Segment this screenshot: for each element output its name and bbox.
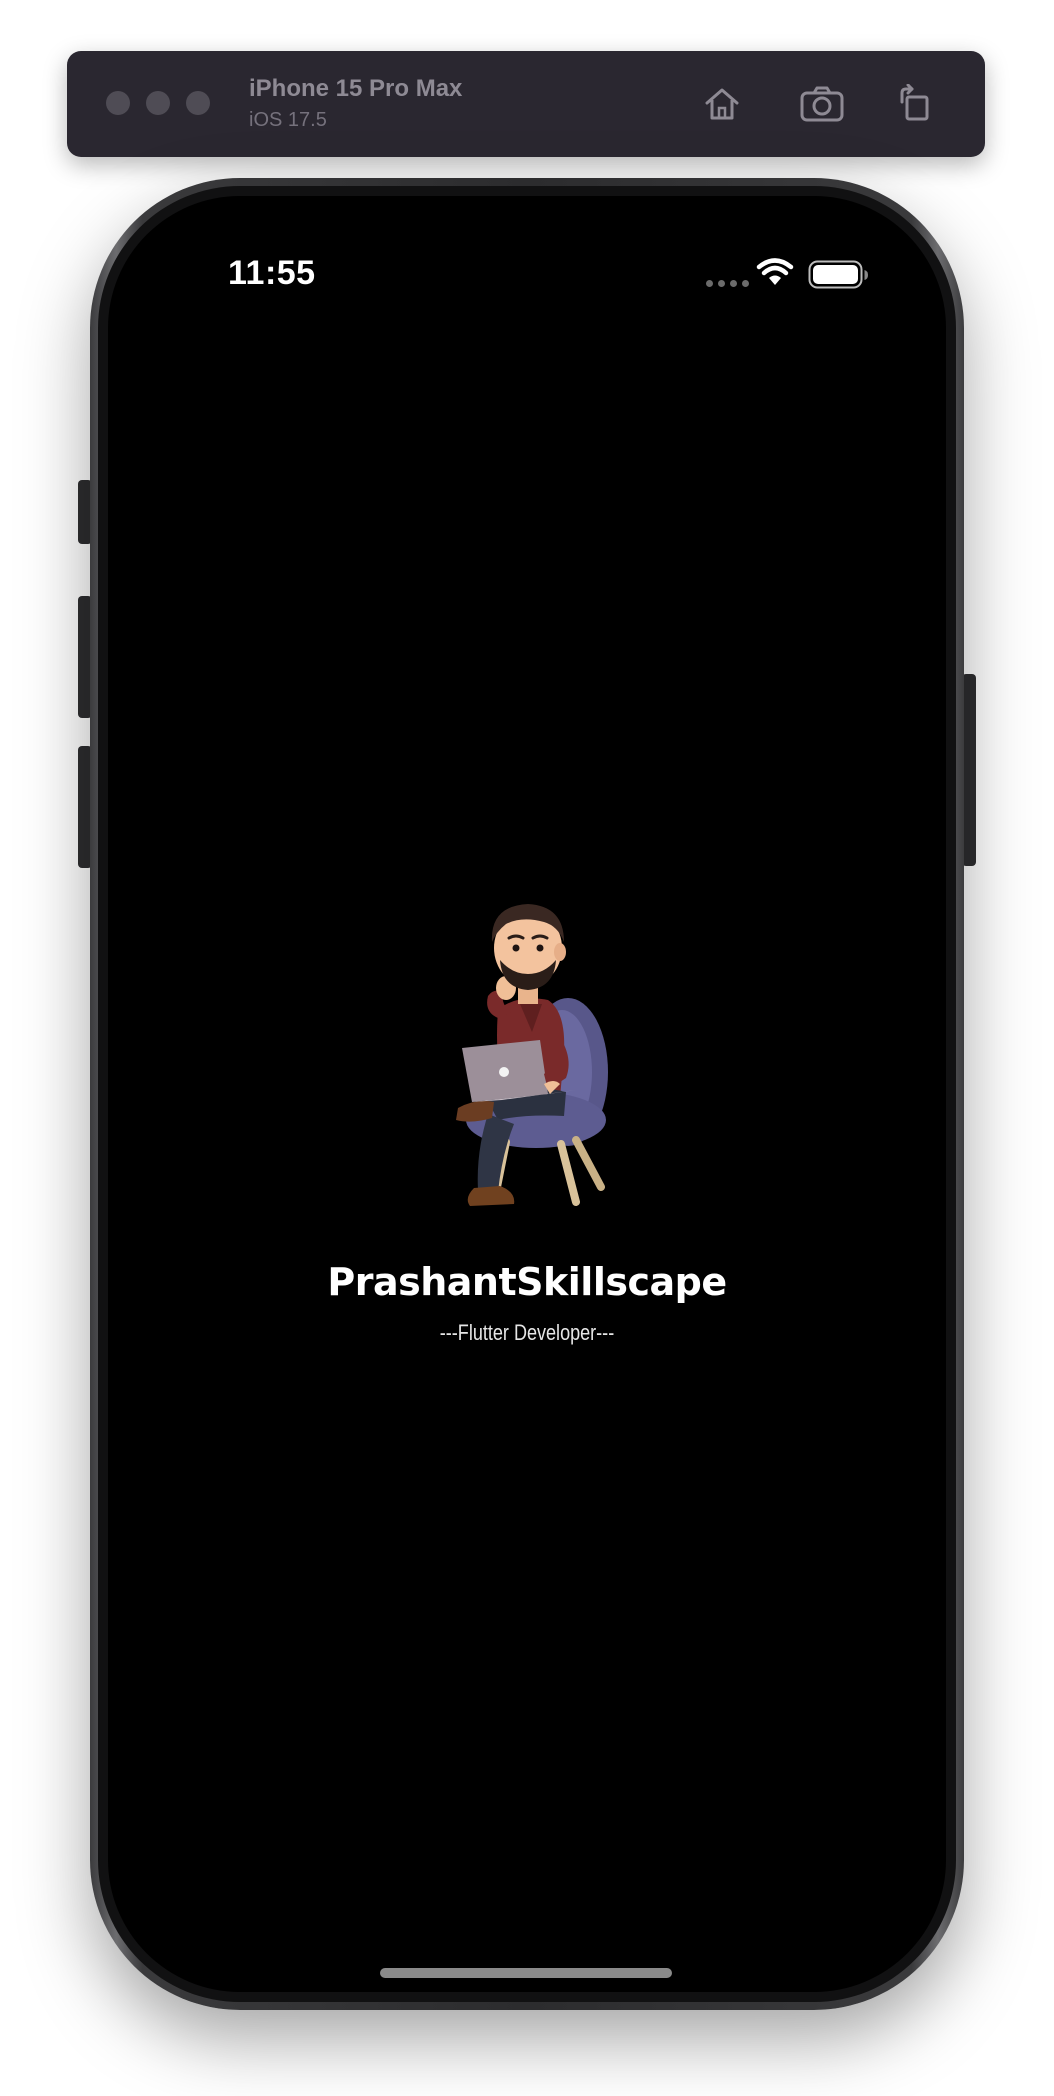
wifi-icon [756, 258, 794, 285]
house-icon [705, 88, 739, 120]
home-button[interactable] [698, 81, 746, 127]
window-zoom-button[interactable] [186, 91, 210, 115]
power-button[interactable] [962, 674, 976, 866]
app-tagline: ---Flutter Developer--- [439, 1320, 615, 1345]
screenshot-button[interactable] [798, 81, 846, 127]
home-indicator[interactable] [380, 1968, 672, 1978]
phone-frame: 11:55 PrashantSkillscape ---Flutter Deve… [90, 178, 964, 2010]
camera-icon [800, 86, 844, 122]
window-close-button[interactable] [106, 91, 130, 115]
phone-screen[interactable]: 11:55 PrashantSkillscape ---Flutter Deve… [108, 196, 946, 1992]
device-name: iPhone 15 Pro Max [249, 75, 463, 102]
status-time: 11:55 [228, 254, 316, 292]
developer-avatar-illustration [456, 904, 608, 1206]
phone-bezel: 11:55 PrashantSkillscape ---Flutter Deve… [98, 186, 956, 2002]
window-minimize-button[interactable] [146, 91, 170, 115]
app-name: PrashantSkillscape [327, 1260, 727, 1304]
rotate-icon [900, 84, 929, 121]
battery-icon [808, 260, 868, 289]
os-version: iOS 17.5 [249, 109, 327, 131]
simulator-toolbar: iPhone 15 Pro Max iOS 17.5 [67, 51, 985, 157]
rotate-button[interactable] [890, 81, 938, 127]
cellular-signal-icon [706, 280, 749, 287]
